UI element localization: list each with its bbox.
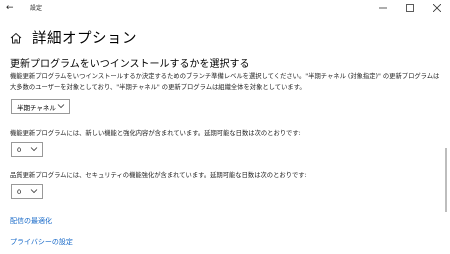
quality-defer-description: 品質更新プログラムには、セキュリティの機能強化が含まれています。延期可能な日数は…: [10, 172, 307, 179]
close-button[interactable]: [423, 0, 450, 16]
close-icon: [432, 4, 441, 12]
maximize-icon: [405, 4, 414, 12]
chevron-down-icon: [30, 189, 38, 194]
feature-defer-description: 機能更新プログラムには、新しい機能と強化内容が含まれています。延期可能な日数は次…: [10, 130, 301, 137]
chevron-down-icon: [57, 104, 65, 109]
branch-readiness-select[interactable]: 半期チャネル: [11, 99, 70, 114]
feature-defer-days-select[interactable]: 0: [11, 142, 43, 157]
branch-readiness-value: 半期チャネル: [17, 103, 56, 112]
minimize-button[interactable]: [369, 0, 396, 16]
title-bar: ← 設定: [0, 0, 450, 16]
chevron-down-icon: [30, 147, 38, 152]
section-title: 更新プログラムをいつインストールするかを選択する: [10, 59, 250, 70]
window-title: 設定: [30, 5, 43, 12]
home-icon: [10, 32, 22, 43]
maximize-button[interactable]: [396, 0, 423, 16]
window-controls: [369, 0, 450, 16]
delivery-optimization-link[interactable]: 配信の最適化: [10, 216, 52, 226]
scrollbar[interactable]: [445, 148, 447, 212]
privacy-settings-link[interactable]: プライバシーの設定: [10, 237, 73, 247]
feature-update-branch-description: 機能更新プログラムをいつインストールするか決定するためのブランチ準備レベルを選択…: [10, 73, 440, 91]
page-title: 詳細オプション: [32, 31, 137, 47]
minimize-icon: [378, 7, 387, 9]
back-arrow-icon[interactable]: ←: [6, 3, 14, 13]
feature-defer-days-value: 0: [17, 145, 22, 154]
quality-defer-days-select[interactable]: 0: [11, 184, 43, 199]
page-header: 詳細オプション: [10, 27, 137, 48]
quality-defer-days-value: 0: [17, 187, 22, 196]
